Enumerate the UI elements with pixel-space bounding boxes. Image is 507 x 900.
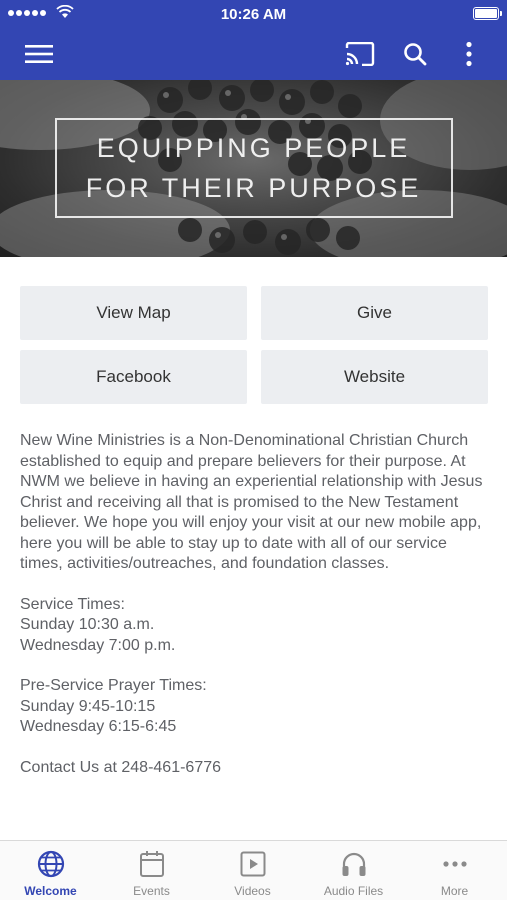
view-map-button[interactable]: View Map [20, 286, 247, 340]
hero-title-line-1: EQUIPPING PEOPLE [96, 133, 411, 163]
service-times-heading: Service Times: [20, 595, 125, 613]
website-button[interactable]: Website [261, 350, 488, 404]
service-wednesday: Wednesday 7:00 p.m. [20, 636, 176, 654]
prayer-sunday: Sunday 9:45-10:15 [20, 697, 156, 715]
give-button[interactable]: Give [261, 286, 488, 340]
globe-icon [37, 850, 64, 878]
battery-icon [473, 7, 502, 20]
service-sunday: Sunday 10:30 a.m. [20, 616, 155, 633]
prayer-times-heading: Pre-Service Prayer Times: [20, 677, 207, 694]
tab-videos[interactable]: Videos [202, 841, 303, 900]
welcome-description: New Wine Ministries is a Non-Denominatio… [20, 431, 492, 778]
hero-banner: EQUIPPING PEOPLE FOR THEIR PURPOSE [0, 80, 507, 257]
status-time: 10:26 AM [220, 6, 287, 23]
overflow-menu-button[interactable] [451, 36, 487, 72]
tab-audio-files[interactable]: Audio Files [303, 841, 404, 900]
tab-label: Videos [234, 884, 271, 898]
contact-text[interactable]: Contact Us at 248-461-6776 [20, 758, 492, 779]
facebook-button[interactable]: Facebook [20, 350, 247, 404]
menu-button[interactable] [21, 36, 57, 72]
tab-label: Events [133, 884, 170, 898]
video-icon [240, 851, 265, 877]
menu-icon [25, 45, 53, 63]
cast-icon [345, 42, 375, 66]
bottom-tab-bar: Welcome Events Videos Audio Files More [0, 840, 507, 900]
more-vertical-icon [466, 41, 472, 67]
tab-label: Welcome [24, 884, 77, 898]
tab-label: Audio Files [323, 884, 384, 898]
tab-more[interactable]: More [404, 841, 505, 900]
prayer-wednesday: Wednesday 6:15-6:45 [20, 718, 177, 735]
hero-title-line-2: FOR THEIR PURPOSE [85, 173, 422, 203]
intro-paragraph: New Wine Ministries is a Non-Denominatio… [20, 432, 483, 572]
app-bar [0, 28, 507, 80]
status-bar: 10:26 AM [0, 0, 507, 28]
tab-label: More [440, 884, 469, 898]
search-icon [404, 43, 427, 66]
headphones-icon [342, 852, 365, 876]
search-button[interactable] [397, 36, 433, 72]
cast-button[interactable] [342, 36, 378, 72]
more-horizontal-icon [442, 861, 467, 867]
calendar-icon [139, 851, 164, 877]
tab-welcome[interactable]: Welcome [0, 841, 101, 900]
tab-events[interactable]: Events [101, 841, 202, 900]
